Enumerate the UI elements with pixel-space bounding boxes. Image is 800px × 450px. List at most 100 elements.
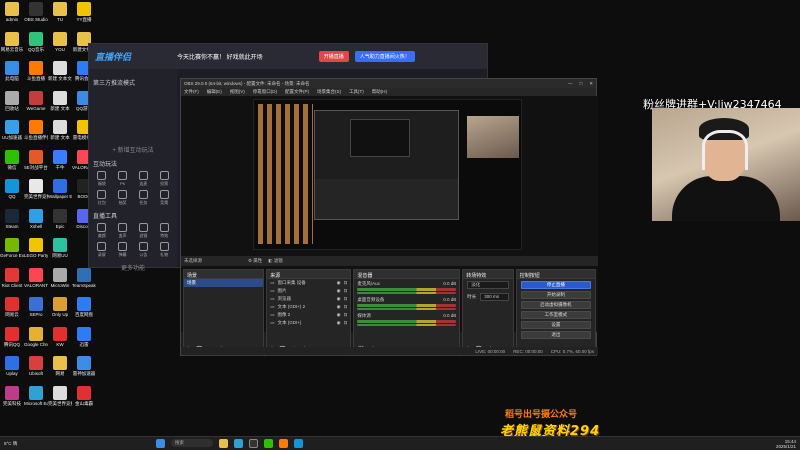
desktop-icon[interactable]: KW [48, 326, 72, 347]
menu-item[interactable]: 视图(V) [230, 89, 245, 95]
duration-input[interactable]: 300 ms [480, 293, 509, 301]
visibility-icon[interactable]: ◉ [337, 280, 341, 286]
lock-icon[interactable]: ⊡ [344, 280, 348, 286]
desktop-icon[interactable]: WeGame [24, 90, 48, 111]
desktop-icon[interactable]: 新建 文本 [48, 120, 72, 140]
tool-item[interactable]: 弹幕 [114, 242, 132, 258]
start-icon[interactable] [156, 439, 165, 448]
desktop-icon[interactable]: admin [0, 2, 24, 22]
control-button[interactable]: 停止直播 [520, 281, 591, 289]
source-item[interactable]: ▭ 文本 (GDI+) 2 ◉ ⊡ [267, 303, 350, 311]
volume-slider[interactable] [357, 292, 457, 294]
close-icon[interactable]: ✕ [589, 81, 593, 87]
desktop-icon[interactable]: VALORANT [24, 267, 48, 288]
lock-icon[interactable]: ⊡ [344, 304, 348, 310]
desktop-icon[interactable]: 新建 文本 [48, 90, 72, 111]
desktop-icon[interactable]: 雷神加速器 [72, 356, 96, 376]
tool-item[interactable]: PK [114, 171, 132, 187]
desktop-icon[interactable]: OBS Studio [24, 2, 48, 22]
add-interaction-link[interactable]: + 新增互动玩法 [93, 145, 173, 154]
desktop-icon[interactable]: YY直播 [72, 2, 96, 22]
desktop-icon[interactable]: Ubisoft [24, 356, 48, 376]
tool-item[interactable]: 连麦 [135, 171, 153, 187]
desktop-icon[interactable]: 斗鱼直播 [24, 61, 48, 81]
control-button[interactable]: 工作室模式 [520, 311, 591, 319]
desktop-icon[interactable]: Riot Client [0, 267, 24, 288]
minimize-icon[interactable]: — [568, 81, 573, 87]
visibility-icon[interactable]: ◉ [337, 304, 341, 310]
stream-mode-label[interactable]: 第三方推流模式 [93, 78, 173, 87]
edge-icon[interactable] [234, 439, 243, 448]
menu-item[interactable]: 配置文件(P) [285, 89, 309, 95]
desktop-icon[interactable]: 此电脑 [0, 61, 24, 81]
tool-item[interactable]: 滤镜 [135, 223, 153, 239]
source-item[interactable]: ▭ 文本 (GDI+) ◉ ⊡ [267, 319, 350, 327]
maximize-icon[interactable]: □ [580, 81, 583, 87]
desktop-icon[interactable]: 网易云音乐 [0, 31, 24, 52]
weather-widget[interactable]: 8°C 晴 [4, 441, 44, 447]
tool-item[interactable]: 红包 [93, 190, 111, 206]
desktop-icon[interactable]: 网易 [48, 356, 72, 376]
visibility-icon[interactable]: ◉ [337, 320, 341, 326]
tool-item[interactable]: 录屏 [93, 242, 111, 258]
source-item[interactable]: ▭ 窗口采集 设备 ◉ ⊡ [267, 279, 350, 287]
desktop-icon[interactable]: 完美世界竞技平台 [24, 179, 48, 199]
desktop-icon[interactable]: Steam [0, 208, 24, 229]
desktop-icon[interactable]: UU加速器 [0, 120, 24, 140]
desktop-icon[interactable]: Epic [48, 208, 72, 229]
desktop-icon[interactable]: Uplay [0, 356, 24, 376]
source-item[interactable]: ▭ 浏览器 ◉ ⊡ [267, 295, 350, 303]
desktop-icon[interactable]: Wallpaper Engine [48, 179, 72, 199]
douyu-icon[interactable] [279, 439, 288, 448]
desktop-icon[interactable]: 回收站 [0, 90, 24, 111]
lock-icon[interactable]: ⊡ [344, 312, 348, 318]
desktop-icon[interactable]: 微信 [0, 149, 24, 170]
file-explorer-icon[interactable] [219, 439, 228, 448]
tool-item[interactable]: 特效 [155, 223, 173, 239]
tool-item[interactable]: 竞猜 [155, 190, 173, 206]
desktop-icon[interactable]: 完美世界竞技平台 [48, 385, 72, 406]
lock-icon[interactable]: ⊡ [344, 320, 348, 326]
desktop-icon[interactable]: 腾讯QQ [0, 326, 24, 347]
wechat-icon[interactable] [264, 439, 273, 448]
taskbar-clock[interactable]: 15:44 2025/1/21 [776, 439, 796, 449]
tool-item[interactable]: 福袋 [93, 171, 111, 187]
desktop-icon[interactable]: 斗鱼直播伴侣 [24, 120, 48, 140]
desktop-icon[interactable]: Google Chrome [24, 326, 48, 347]
desktop-icon[interactable]: LEGO Party! [24, 238, 48, 258]
desktop-icon[interactable]: 完美科技 [0, 385, 24, 406]
lock-icon[interactable]: ⊡ [344, 288, 348, 294]
menu-item[interactable]: 编辑(E) [207, 89, 222, 95]
desktop-icon[interactable]: SEPro [24, 297, 48, 317]
visibility-icon[interactable]: ◉ [337, 312, 341, 318]
volume-slider[interactable] [357, 324, 457, 326]
volume-slider[interactable] [357, 308, 457, 310]
tool-item[interactable]: 任务 [135, 190, 153, 206]
live-title[interactable]: 今天比赛你不赢！ 好戏就此开场 [177, 52, 263, 61]
desktop-icon[interactable]: 网易UU [48, 238, 72, 258]
desktop-icon[interactable]: 新建 文本文档 [48, 61, 72, 81]
desktop-icon[interactable]: 网易云 [0, 297, 24, 317]
desktop-icon[interactable]: 金山毒霸 [72, 385, 96, 406]
desktop-icon[interactable]: GeForce Experience [0, 238, 24, 258]
desktop-icon[interactable]: 迅雷 [72, 326, 96, 347]
menu-item[interactable]: 场景集合(S) [317, 89, 341, 95]
tool-item[interactable]: 投票 [155, 171, 173, 187]
menu-item[interactable]: 工具(T) [349, 89, 364, 95]
menu-item[interactable]: 文件(F) [184, 89, 199, 95]
search-box[interactable]: 搜索 [171, 439, 213, 447]
tool-item[interactable]: 变声 [114, 223, 132, 239]
obs-icon[interactable] [249, 439, 258, 448]
tool-item[interactable]: 礼物 [155, 242, 173, 258]
desktop-icon[interactable]: 千牛 [48, 149, 72, 170]
desktop-icon[interactable]: YOU [48, 31, 72, 52]
preview-canvas[interactable] [253, 99, 522, 250]
start-live-button[interactable]: 开播直播 [318, 51, 349, 62]
more-tools-link[interactable]: 更多功能 [93, 263, 173, 272]
control-button[interactable]: 退出 [520, 331, 591, 339]
desktop-icon[interactable]: MicroWin [48, 267, 72, 288]
control-button[interactable]: 启动虚拟摄像机 [520, 301, 591, 309]
visibility-icon[interactable]: ◉ [337, 296, 341, 302]
qq-icon[interactable] [294, 439, 303, 448]
lock-icon[interactable]: ⊡ [344, 296, 348, 302]
